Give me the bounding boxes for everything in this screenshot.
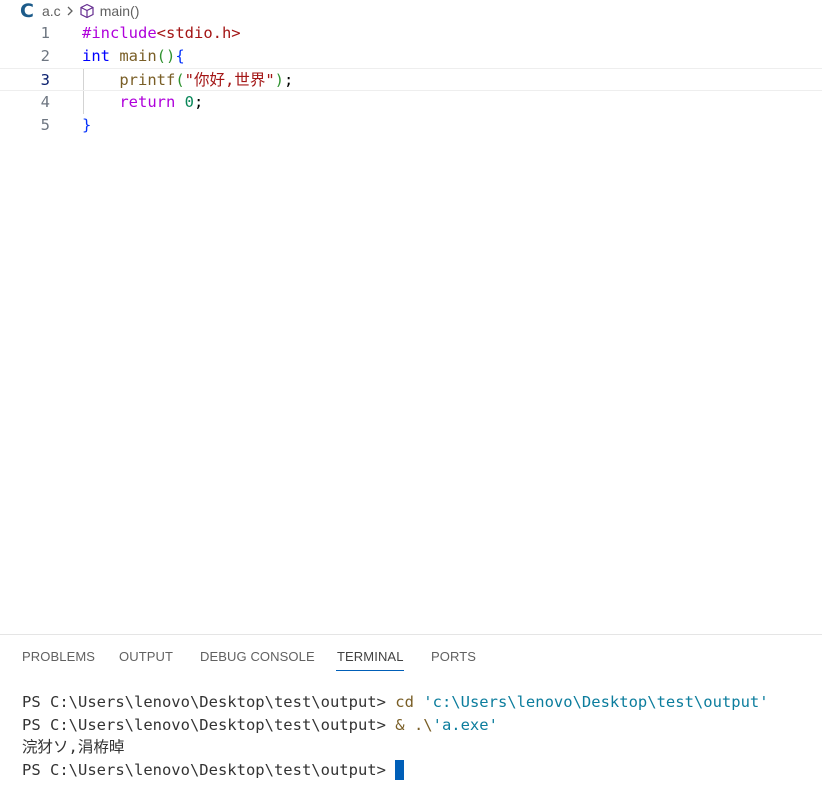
- code-token: 0: [184, 93, 195, 111]
- code-line[interactable]: 3 printf("你好,世界");: [0, 68, 822, 91]
- terminal-argument: 'c:\Users\lenovo\Desktop\test\output': [413, 693, 769, 711]
- code-token: #include: [82, 24, 157, 42]
- terminal-cursor: [395, 759, 405, 780]
- code-token: ): [274, 71, 285, 89]
- code-content: int main(){: [82, 45, 185, 68]
- terminal-line: PS C:\Users\lenovo\Desktop\test\output>: [22, 759, 812, 782]
- code-token: return: [82, 93, 176, 111]
- code-content: return 0;: [82, 91, 203, 114]
- chevron-right-icon: [65, 5, 75, 17]
- tab-ports[interactable]: PORTS: [431, 649, 476, 664]
- c-language-icon: C: [20, 0, 34, 22]
- tab-problems[interactable]: PROBLEMS: [22, 649, 95, 664]
- terminal-argument: 'a.exe': [432, 715, 498, 734]
- active-tab-indicator: [336, 670, 404, 671]
- terminal-line: PS C:\Users\lenovo\Desktop\test\output> …: [22, 691, 812, 714]
- code-token: }: [82, 116, 92, 134]
- code-line[interactable]: 4 return 0;: [0, 91, 822, 114]
- terminal-command: cd: [395, 693, 414, 711]
- line-number: 1: [40, 24, 50, 42]
- code-token: (: [175, 71, 185, 89]
- terminal-line: 浣犲ソ,涓栫晫: [22, 736, 812, 759]
- code-token: int: [82, 47, 110, 65]
- code-content: printf("你好,世界");: [82, 69, 293, 92]
- breadcrumb-symbol[interactable]: main(): [79, 3, 140, 19]
- line-number: 5: [40, 116, 50, 134]
- line-number: 3: [40, 71, 50, 89]
- code-editor[interactable]: 1 #include<stdio.h> 2 int main(){3 printf("…: [0, 22, 822, 634]
- code-line[interactable]: 5}: [0, 114, 822, 137]
- panel-tabs: PROBLEMS OUTPUT DEBUG CONSOLE TERMINAL P…: [0, 635, 822, 675]
- terminal-output[interactable]: PS C:\Users\lenovo\Desktop\test\output> …: [22, 691, 812, 781]
- terminal-prompt: PS C:\Users\lenovo\Desktop\test\output>: [22, 693, 396, 711]
- code-token: <stdio.h>: [156, 24, 241, 42]
- breadcrumb: C a.c main(): [0, 0, 822, 22]
- tab-debug-console[interactable]: DEBUG CONSOLE: [200, 649, 315, 664]
- code-token: printf: [82, 71, 176, 89]
- breadcrumb-symbol-label: main(): [99, 3, 140, 19]
- code-token: (): [156, 47, 176, 65]
- code-token: main: [110, 47, 157, 65]
- terminal-command: & .\: [395, 715, 433, 734]
- terminal-program-output: 浣犲ソ,涓栫晫: [22, 738, 125, 756]
- tab-output[interactable]: OUTPUT: [119, 649, 173, 664]
- code-line[interactable]: 2 int main(){: [0, 45, 822, 68]
- bottom-panel: PROBLEMS OUTPUT DEBUG CONSOLE TERMINAL P…: [0, 634, 822, 796]
- code-token: ;: [284, 71, 294, 89]
- code-content: #include<stdio.h>: [82, 22, 241, 45]
- tab-terminal[interactable]: TERMINAL: [337, 649, 404, 664]
- breadcrumb-file[interactable]: C a.c: [20, 0, 61, 22]
- cube-icon: [79, 3, 95, 19]
- terminal-prompt: PS C:\Users\lenovo\Desktop\test\output>: [22, 760, 396, 779]
- terminal-prompt: PS C:\Users\lenovo\Desktop\test\output>: [22, 715, 396, 734]
- code-token: "你好,世界": [184, 71, 275, 89]
- code-content: }: [82, 114, 91, 137]
- breadcrumb-file-label: a.c: [42, 3, 61, 19]
- line-number: 4: [40, 93, 50, 111]
- terminal-line: PS C:\Users\lenovo\Desktop\test\output> …: [22, 714, 812, 737]
- code-line[interactable]: 1 #include<stdio.h>: [0, 22, 822, 45]
- code-token: {: [175, 47, 185, 65]
- line-number: 2: [40, 47, 50, 65]
- code-token: ;: [194, 93, 204, 111]
